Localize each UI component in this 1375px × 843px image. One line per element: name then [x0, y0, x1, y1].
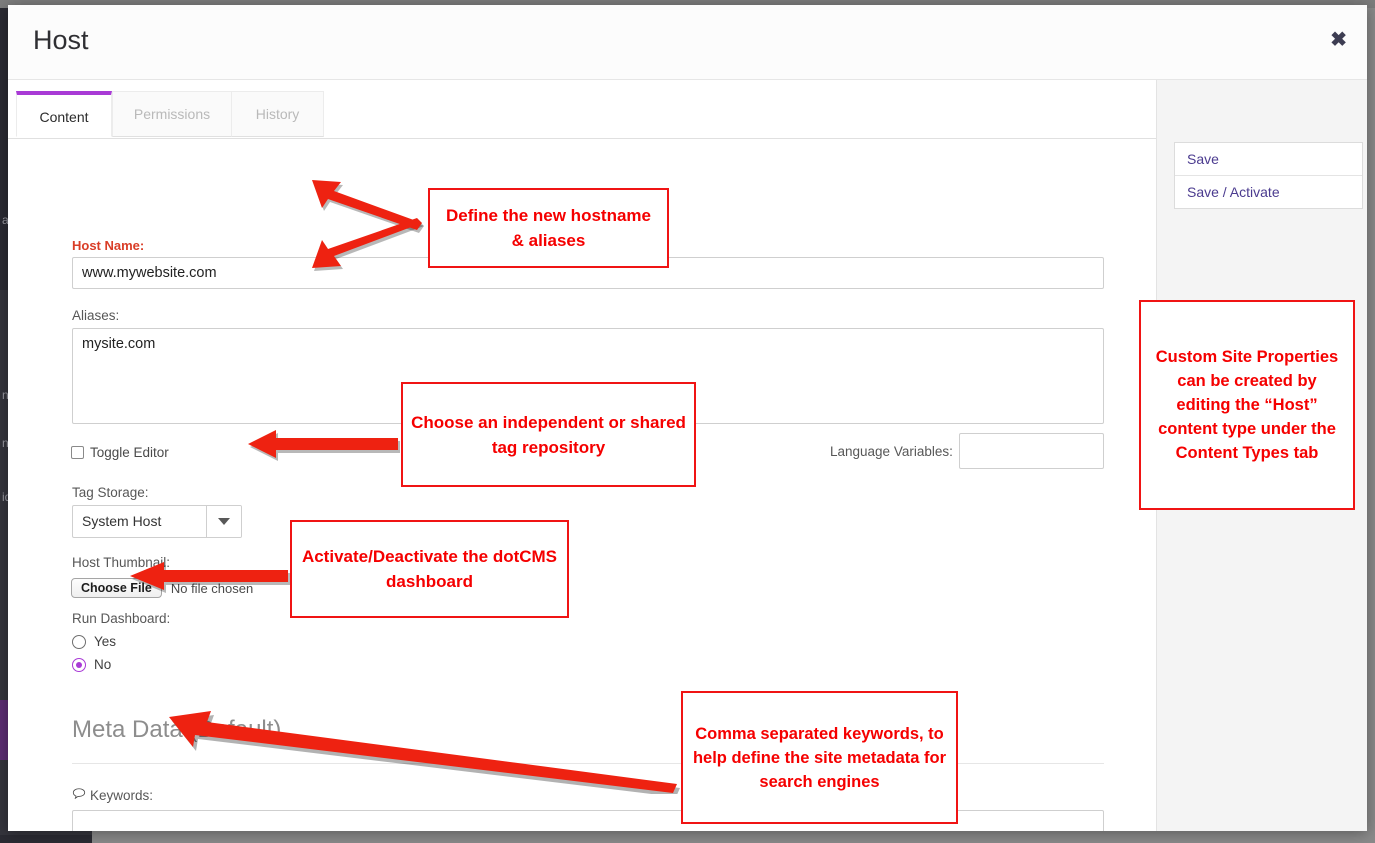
annotation-dashboard: Activate/Deactivate the dotCMS dashboard	[290, 520, 569, 618]
annotation-hostname-aliases: Define the new hostname & aliases	[428, 188, 669, 268]
toggle-editor-label: Toggle Editor	[90, 445, 169, 460]
tag-storage-value: System Host	[82, 513, 162, 529]
toggle-editor-checkbox[interactable]	[71, 446, 84, 459]
annotation-tag-repository: Choose an independent or shared tag repo…	[401, 382, 696, 487]
chevron-down-icon[interactable]	[206, 506, 241, 537]
radio-yes-icon[interactable]	[72, 634, 86, 649]
tab-strip: Content Permissions History	[8, 80, 1156, 139]
annotation-custom-site-properties: Custom Site Properties can be created by…	[1139, 300, 1355, 510]
file-status-text: No file chosen	[170, 580, 254, 596]
dialog-header: Host ✖	[8, 5, 1367, 80]
host-thumbnail-label: Host Thumbnail:	[72, 555, 171, 570]
run-dashboard-option-no[interactable]: No	[72, 657, 111, 672]
toggle-editor-row[interactable]: Toggle Editor	[71, 444, 169, 462]
close-icon[interactable]: ✖	[1330, 30, 1347, 50]
speech-bubble-icon	[72, 788, 86, 799]
page-title: Host	[33, 25, 89, 55]
choose-file-button[interactable]: Choose File	[71, 578, 162, 598]
run-dashboard-label: Run Dashboard:	[72, 611, 171, 626]
tag-storage-label: Tag Storage:	[72, 485, 149, 500]
aliases-label: Aliases:	[72, 308, 120, 323]
save-button-group: Save Save / Activate	[1174, 142, 1363, 209]
screenshot-root: ag no nc id Host ✖ Content Permissions H…	[0, 0, 1375, 843]
radio-no-icon[interactable]	[72, 657, 86, 672]
keywords-label: Keywords:	[90, 788, 154, 803]
language-variables-input[interactable]	[959, 433, 1104, 469]
tag-storage-select[interactable]: System Host	[72, 505, 242, 538]
save-activate-button[interactable]: Save / Activate	[1175, 175, 1362, 208]
host-thumbnail-row: Choose File No file chosen	[71, 578, 253, 598]
tab-permissions[interactable]: Permissions	[112, 91, 232, 137]
host-name-label: Host Name:	[72, 238, 145, 253]
radio-yes-label: Yes	[94, 634, 117, 649]
tab-content[interactable]: Content	[16, 91, 112, 137]
annotation-keywords: Comma separated keywords, to help define…	[681, 691, 958, 824]
tab-history[interactable]: History	[232, 91, 324, 137]
save-button[interactable]: Save	[1175, 143, 1362, 175]
language-variables-label: Language Variables:	[830, 444, 953, 459]
run-dashboard-option-yes[interactable]: Yes	[72, 634, 116, 649]
radio-no-label: No	[94, 657, 112, 672]
meta-data-section-title: Meta Data (Default)	[72, 716, 282, 743]
